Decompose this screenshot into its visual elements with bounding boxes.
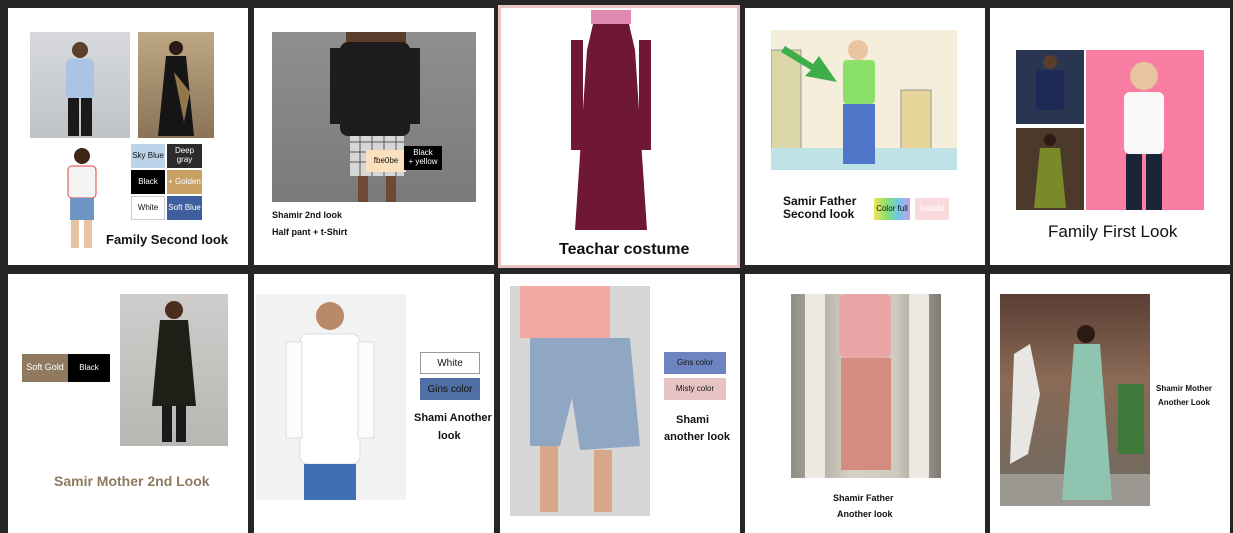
card-title-line1: Samir Father (783, 194, 857, 208)
card-family-first-look[interactable]: Family First Look (990, 8, 1230, 265)
woman-figure-icon (158, 41, 194, 136)
card-title-line2: another look (664, 431, 731, 443)
card-samir-mother-2nd-look[interactable]: Soft Gold Black Samir Mother 2nd Look (8, 274, 248, 533)
man-in-black-tshirt-photo (272, 32, 476, 202)
card-title: Family Second look (106, 232, 229, 247)
boy-in-white-shirt-photo (1086, 50, 1204, 210)
card-title-line2: look (438, 430, 461, 442)
card-title-line2: Another Look (1158, 398, 1210, 407)
card-samir-father-second-look[interactable]: Samir Father Second look Color full fada… (745, 8, 985, 265)
swatch-misty-color: Misty color (664, 378, 726, 400)
swatch-golden: + Golden (167, 170, 202, 194)
card-title-line2: Another look (837, 509, 893, 519)
swatch-fadadd: fadadd (915, 198, 949, 220)
tag-fbe0be: fbe0be (366, 150, 406, 172)
card-title-line1: Shami (676, 414, 710, 426)
man-in-navy-shirt-photo (1016, 50, 1084, 124)
dress-figure-icon (571, 10, 651, 230)
card-teacher-costume[interactable]: Teachar costume (498, 5, 740, 268)
man-in-lungi-photo (791, 294, 941, 478)
man-in-white-shirt-photo (256, 294, 406, 500)
swatch-gins-color: Gins color (420, 378, 480, 400)
woman-in-green-saree-photo (1016, 128, 1084, 210)
swatch-color-full: Color full (874, 198, 910, 220)
moodboard-grid: Sky Blue Deep gray Black + Golden White … (0, 0, 1233, 533)
woman-in-mint-saree-photo (1000, 294, 1150, 506)
swatch-white: White (420, 352, 480, 374)
swatch-black: Black (68, 354, 110, 382)
boy-figure-icon (1124, 62, 1164, 210)
card-shamir-father-another-look[interactable]: Shamir Father Another look (745, 274, 985, 533)
man-in-blue-shirt-photo (30, 32, 130, 138)
man-figure-icon (285, 302, 375, 500)
card-shami-another-look[interactable]: White Gins color Shami Another look (254, 274, 494, 533)
card-title-line1: Shamir Father (833, 493, 894, 503)
swatch-white: White (131, 196, 165, 220)
card-shamir-mother-another-look[interactable]: Shamir Mother Another Look (990, 274, 1230, 533)
card-title: Family First Look (1048, 222, 1178, 241)
shorts-figure-icon (520, 286, 640, 512)
swatch-deep-gray: Deep gray (167, 144, 202, 168)
card-title-line1: Shamir 2nd look (272, 210, 343, 220)
swatch-soft-gold: Soft Gold (22, 354, 68, 382)
man-figure-icon (1036, 55, 1064, 110)
card-shami-another-look-shorts[interactable]: Gins color Misty color Shami another loo… (500, 274, 740, 533)
man-in-lungi-illustration (771, 30, 957, 170)
maroon-dress-photo (563, 10, 659, 236)
jeans-shorts-photo (510, 286, 650, 516)
illustration-figure-icon (771, 30, 957, 170)
swatch-sky-blue: Sky Blue (131, 144, 165, 168)
card-shamir-2nd-look[interactable]: fbe0be Black + yellow Shamir 2nd look Ha… (254, 8, 494, 265)
card-title-line2: Second look (783, 207, 855, 221)
woman-in-black-saree-photo (138, 32, 214, 138)
man-figure-icon (805, 294, 929, 478)
swatch-soft-blue: Soft Blue (167, 196, 202, 220)
woman-in-black-suit-photo (120, 294, 228, 446)
swatch-gins-color: Gins color (664, 352, 726, 374)
swatch-black: Black (131, 170, 165, 194)
man-figure-icon (66, 42, 94, 136)
tag-black-yellow: Black + yellow (404, 146, 442, 170)
woman-figure-icon (152, 301, 196, 442)
card-title: Teachar costume (559, 241, 690, 258)
card-title: Samir Mother 2nd Look (54, 473, 210, 489)
man-figure-icon (330, 32, 420, 202)
card-family-second-look[interactable]: Sky Blue Deep gray Black + Golden White … (8, 8, 248, 265)
card-title-line1: Shamir Mother (1156, 384, 1213, 393)
card-title-line1: Shami Another (414, 412, 492, 424)
boy-figure-icon (67, 148, 97, 248)
woman-figure-icon (1000, 325, 1150, 506)
boy-in-printed-tshirt-photo (56, 142, 106, 254)
woman-figure-icon (1034, 134, 1066, 208)
card-title-line2: Half pant + t-Shirt (272, 227, 348, 237)
